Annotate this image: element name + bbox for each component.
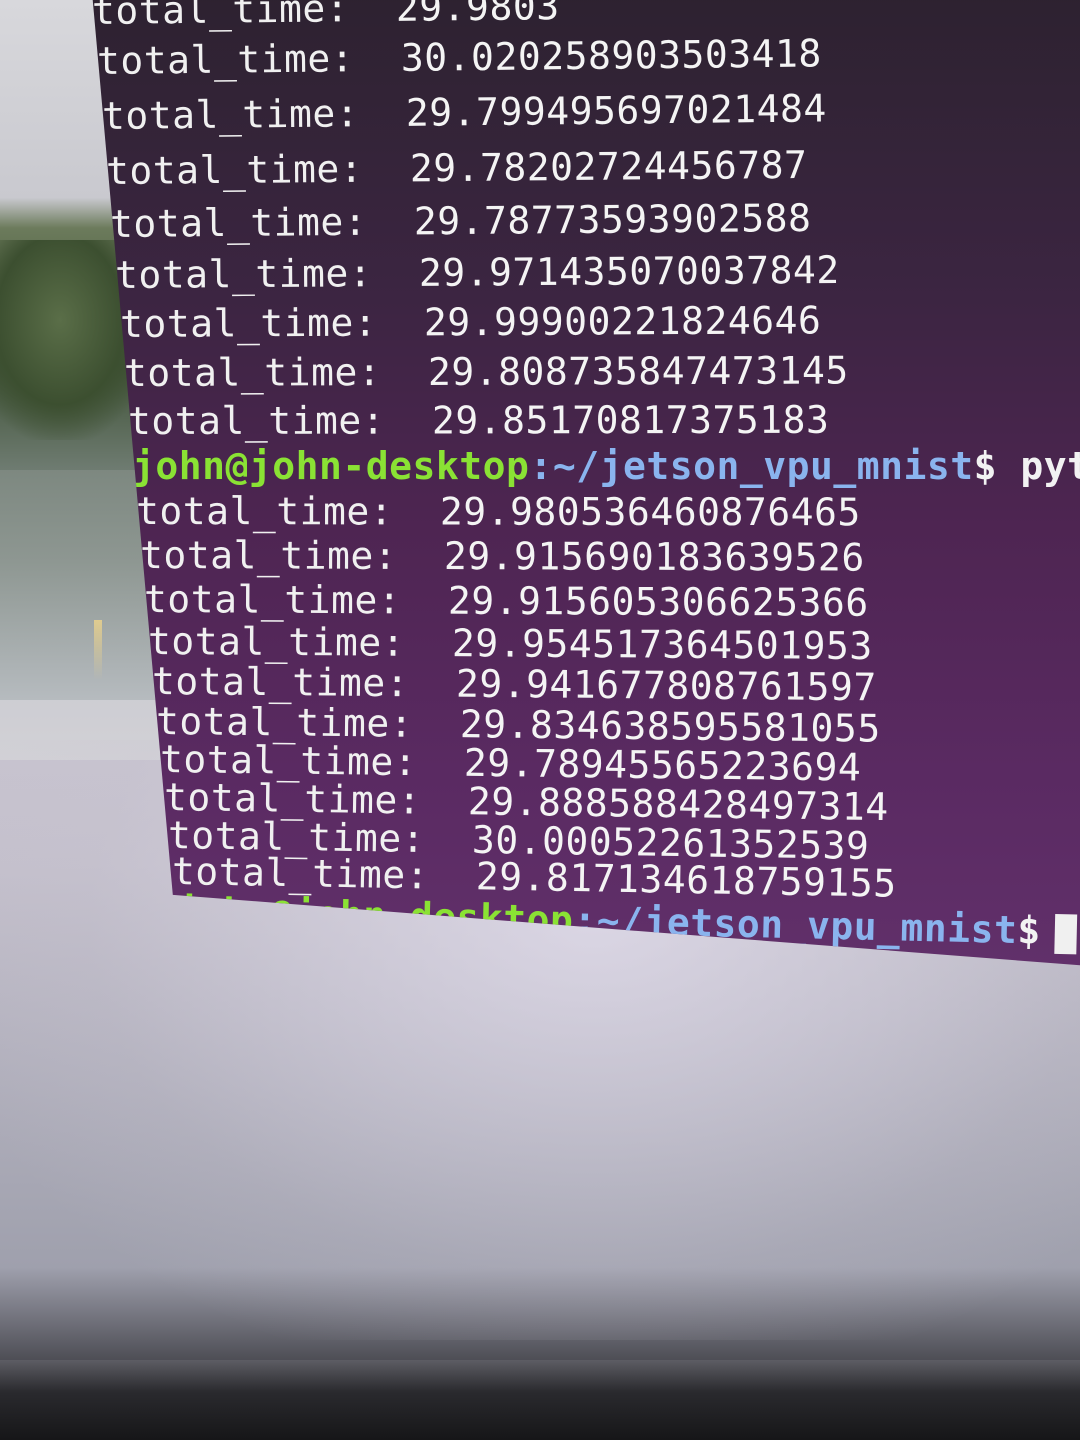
- prompt-sign: $: [1016, 908, 1042, 953]
- output-line: total_time: 29.85170817375183: [127, 397, 830, 443]
- shell-prompt: john@john-desktop:~/jetson_vpu_mnist$ py…: [132, 447, 1080, 485]
- output-value: 29.954517364501953: [451, 621, 873, 669]
- text-cursor[interactable]: [1054, 913, 1078, 954]
- output-value: 29.915690183639526: [443, 534, 865, 580]
- output-label: total_time:: [109, 199, 368, 246]
- prompt-command: pyt: [1020, 444, 1080, 488]
- photo-frame: total_time: 29.9803 total_time: 30.02025…: [0, 0, 1080, 1440]
- output-label: total_time:: [127, 398, 386, 443]
- output-line: total_time: 29.9803: [91, 0, 560, 33]
- output-value: 29.78773593902588: [413, 195, 812, 244]
- output-value: 30.020258903503418: [400, 31, 822, 80]
- output-value: 29.915605306625366: [447, 578, 869, 625]
- output-line: total_time: 29.799495697021484: [101, 86, 827, 138]
- output-label: total_time:: [123, 350, 382, 395]
- output-value: 29.799495697021484: [405, 86, 827, 135]
- output-value: 29.99900221824646: [423, 298, 822, 345]
- output-line: total_time: 29.78773593902588: [109, 195, 812, 246]
- output-label: total_time:: [119, 300, 378, 346]
- output-line: total_time: 30.020258903503418: [96, 31, 822, 83]
- output-label: total_time:: [105, 146, 364, 193]
- output-label: total_time:: [96, 36, 355, 83]
- output-line: total_time: 29.78202724456787: [105, 142, 808, 193]
- output-line: total_time: 29.980536460876465: [135, 489, 861, 534]
- output-line: total_time: 29.99900221824646: [119, 298, 822, 346]
- output-label: total_time:: [91, 0, 350, 33]
- output-value: 29.980536460876465: [439, 489, 861, 535]
- output-value: 29.78202724456787: [409, 142, 808, 191]
- output-value: 29.85170817375183: [431, 397, 830, 443]
- monitor-bezel: [0, 1360, 1080, 1440]
- output-value: 29.971435070037842: [418, 247, 840, 295]
- output-value: 29.9803: [395, 0, 560, 30]
- output-value: 29.808735847473145: [427, 348, 849, 394]
- output-label: total_time:: [143, 577, 402, 623]
- output-label: total_time:: [101, 91, 360, 138]
- output-label: total_time:: [135, 489, 394, 534]
- output-label: total_time:: [147, 619, 406, 665]
- output-line: total_time: 29.915605306625366: [143, 577, 869, 625]
- output-line: total_time: 29.971435070037842: [114, 247, 840, 297]
- output-line: total_time: 29.808735847473145: [123, 348, 849, 395]
- output-label: total_time:: [151, 659, 410, 706]
- output-label: total_time:: [139, 533, 398, 578]
- prompt-sign: $: [973, 444, 998, 488]
- output-line: total_time: 29.915690183639526: [139, 533, 865, 580]
- terminal-window[interactable]: total_time: 29.9803 total_time: 30.02025…: [92, 0, 1080, 967]
- wallpaper-lights: [94, 620, 102, 680]
- output-line: total_time: 29.954517364501953: [147, 619, 873, 669]
- output-label: total_time:: [114, 251, 373, 297]
- prompt-user-host: john@john-desktop: [132, 444, 530, 488]
- prompt-path: :~/jetson_vpu_mnist: [529, 444, 974, 488]
